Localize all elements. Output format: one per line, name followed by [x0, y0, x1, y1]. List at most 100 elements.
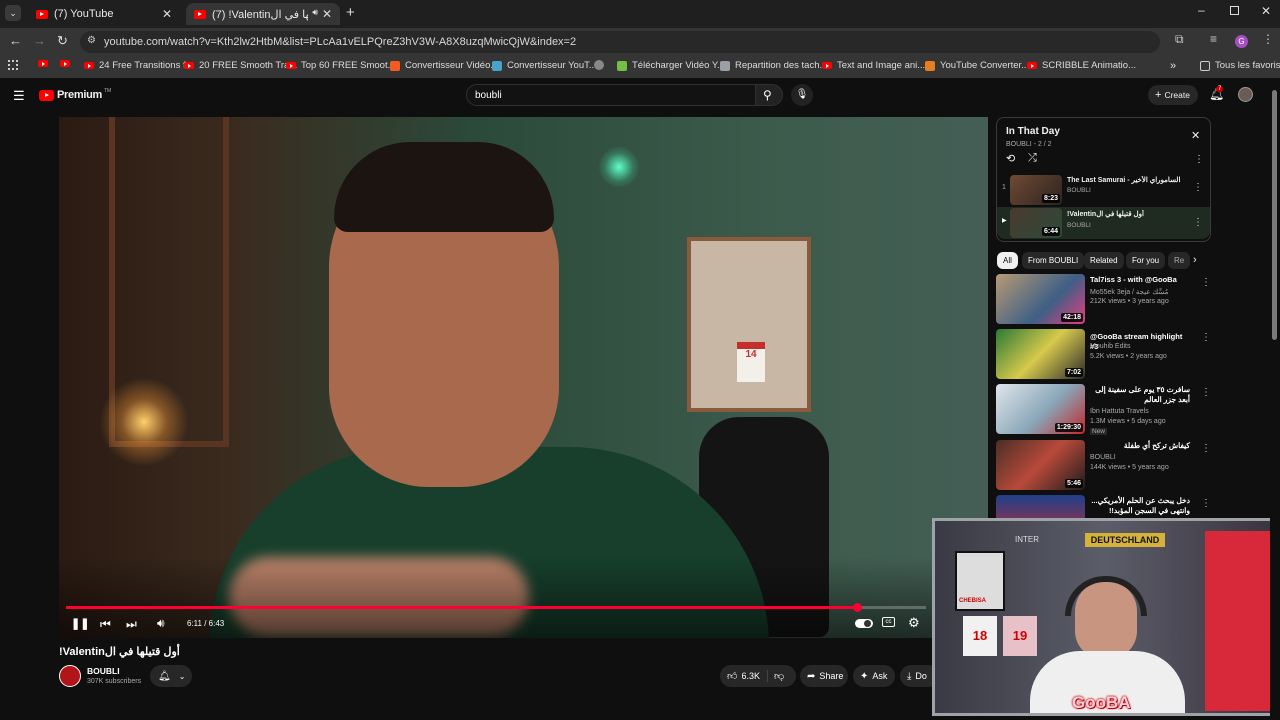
video-thumbnail: 7:02	[996, 329, 1085, 379]
recommendation-item[interactable]: دخل يبحث عن الحلم الأمريكي... وانتهى في …	[996, 495, 1211, 519]
like-dislike-group: 👍︎ 6.3K 👎︎	[720, 665, 796, 687]
chip-for-you[interactable]: For you	[1126, 252, 1166, 269]
media-controls-icon[interactable]: ≡	[1210, 32, 1217, 46]
bookmark-item[interactable]: Text and Image ani...	[822, 60, 925, 71]
bookmark-youtube-2[interactable]	[60, 60, 75, 67]
youtube-icon	[84, 62, 94, 69]
create-button[interactable]: + Create	[1148, 85, 1198, 105]
playlist-menu-icon[interactable]: ⋮	[1194, 154, 1204, 165]
thumbs-up-icon: 👍︎	[727, 671, 738, 682]
bookmark-item[interactable]: Télécharger Vidéo Y...	[617, 60, 725, 71]
more-options-icon[interactable]: ⋮	[1193, 182, 1203, 193]
tab-close-icon[interactable]: ✕	[322, 7, 332, 21]
search-button[interactable]: ⚲	[755, 84, 783, 106]
shuffle-icon[interactable]: ⤮	[1028, 152, 1037, 165]
tab-close-icon[interactable]: ✕	[162, 7, 172, 21]
bookmark-item[interactable]: Convertisseur Vidéo...	[390, 60, 498, 71]
next-button[interactable]: ⏭︎	[126, 617, 137, 632]
chevron-right-icon[interactable]: ›	[1193, 254, 1197, 266]
bookmark-youtube-1[interactable]	[38, 60, 53, 67]
subscriber-count: 307K subscribers	[87, 678, 142, 685]
youtube-logo[interactable]: Premium TM	[39, 88, 112, 101]
page-scrollbar[interactable]	[1270, 80, 1280, 720]
bookmark-item[interactable]: YouTube Converter...	[925, 60, 1029, 71]
recommendation-item[interactable]: 1:29:30 سافرت ٣٥ يوم على سفينة إلى أبعد …	[996, 384, 1211, 436]
extensions-icon[interactable]: ⧉	[1175, 32, 1184, 47]
more-options-icon[interactable]: ⋮	[1201, 277, 1211, 288]
profile-avatar[interactable]: G	[1235, 35, 1248, 48]
recommendation-item[interactable]: 7:02 @GooBa stream highlight #3 Mouhib E…	[996, 329, 1211, 381]
apps-grid-icon[interactable]	[8, 60, 18, 70]
chip-all[interactable]: All	[997, 252, 1018, 269]
recommendation-item[interactable]: 42:18 Tal7iss 3 - with @GooBa Mo55ek 3ej…	[996, 274, 1211, 326]
tab-search-button[interactable]: ⌄	[5, 5, 21, 21]
captions-button[interactable]: cc	[882, 617, 895, 627]
reload-icon[interactable]: ↻	[57, 33, 68, 49]
ask-button[interactable]: ✦ Ask	[853, 665, 895, 687]
progress-bar[interactable]	[66, 603, 926, 612]
logo-tm: TM	[103, 88, 112, 94]
more-options-icon[interactable]: ⋮	[1193, 217, 1203, 228]
autoplay-toggle[interactable]	[855, 619, 873, 628]
forward-icon[interactable]: →	[33, 33, 46, 48]
browser-tab-active[interactable]: (7) !Valentinأول قتيلها في ال 🔊︎ ✕	[186, 3, 340, 25]
channel-avatar[interactable]	[59, 665, 81, 687]
volume-button[interactable]: 🔊︎	[157, 616, 165, 631]
bookmark-item[interactable]: 20 FREE Smooth Tra...	[184, 60, 297, 71]
playlist-item[interactable]: 1 8:23 The Last Samurai - الساموراي الأخ…	[997, 174, 1210, 206]
video-player[interactable]: 14	[59, 117, 988, 638]
inter-poster: INTER	[1015, 535, 1039, 544]
more-options-icon[interactable]: ⋮	[1201, 387, 1211, 398]
voice-search-icon[interactable]: 🎙︎	[791, 84, 813, 106]
menu-icon[interactable]: ⋮	[1262, 32, 1274, 46]
all-bookmarks[interactable]: Tous les favoris	[1200, 60, 1280, 71]
more-options-icon[interactable]: ⋮	[1201, 498, 1211, 509]
more-options-icon[interactable]: ⋮	[1201, 332, 1211, 343]
bookmark-item[interactable]	[594, 60, 609, 70]
close-window-button[interactable]: ✕	[1261, 4, 1271, 18]
youtube-icon	[822, 62, 832, 69]
address-bar[interactable]: ⚙︎ youtube.com/watch?v=Kth2lw2HtbM&list=…	[80, 31, 1160, 53]
share-button[interactable]: ➦ Share	[800, 665, 848, 687]
new-badge: New	[1090, 428, 1108, 435]
bookmark-item[interactable]: Convertisseur YouT...	[492, 60, 597, 71]
loop-icon[interactable]: ⟲	[1006, 152, 1015, 165]
new-tab-button[interactable]: +	[346, 4, 355, 21]
hamburger-menu-icon[interactable]: ☰	[13, 88, 25, 104]
settings-gear-icon[interactable]: ⚙︎	[908, 615, 920, 631]
speaker-icon[interactable]: 🔊︎	[312, 7, 318, 18]
bookmark-item[interactable]: Repartition des tach...	[720, 60, 827, 71]
chip-from-channel[interactable]: From BOUBLI	[1022, 252, 1085, 269]
pause-button[interactable]: ❚❚	[71, 617, 89, 630]
bookmark-item[interactable]: Top 60 FREE Smoot...	[286, 60, 396, 71]
restore-button[interactable]	[1230, 6, 1239, 15]
channel-name[interactable]: BOUBLI	[87, 666, 120, 676]
dislike-button[interactable]: 👎︎	[768, 670, 784, 682]
minimize-button[interactable]: –	[1198, 3, 1205, 17]
browser-tab-youtube[interactable]: (7) YouTube ✕	[28, 3, 180, 25]
search-input[interactable]: boubli	[466, 84, 756, 106]
scrollbar-thumb[interactable]	[1272, 90, 1277, 340]
bookmarks-more[interactable]: »	[1170, 60, 1176, 72]
subscribe-bell-button[interactable]: 🔔︎ ⌄	[150, 665, 192, 687]
playlist-close-icon[interactable]: ✕	[1191, 129, 1200, 142]
chip-related[interactable]: Related	[1084, 252, 1124, 269]
back-icon[interactable]: ←	[9, 33, 22, 48]
playlist-item-current[interactable]: ▶ 6:44 !Valentinأول قتيلها في ال BOUBLI …	[997, 207, 1210, 239]
time-display: 6:11 / 6:43	[187, 619, 225, 628]
chip-recent[interactable]: Re	[1168, 252, 1190, 269]
flag-banner: DEUTSCHLAND	[1085, 533, 1165, 547]
previous-button[interactable]: ⏮︎	[100, 617, 111, 632]
more-options-icon[interactable]: ⋮	[1201, 443, 1211, 454]
playlist-title[interactable]: In That Day	[1006, 126, 1060, 137]
jersey: 19	[1003, 616, 1037, 656]
like-button[interactable]: 👍︎ 6.3K	[720, 670, 768, 682]
recommendation-item[interactable]: 5:46 كيفاش تركح أي طفلة BOUBLI 144K view…	[996, 440, 1211, 492]
bookmark-item[interactable]: 24 Free Transitions f...	[84, 60, 194, 71]
chevron-down-icon: ⌄	[178, 671, 186, 681]
bookmark-item[interactable]: SCRIBBLE Animatio...	[1027, 60, 1136, 71]
playlist-item-channel: BOUBLI	[1067, 187, 1091, 194]
site-info-icon[interactable]: ⚙︎	[87, 35, 96, 46]
converter-icon	[925, 60, 935, 71]
account-avatar[interactable]	[1238, 87, 1253, 102]
